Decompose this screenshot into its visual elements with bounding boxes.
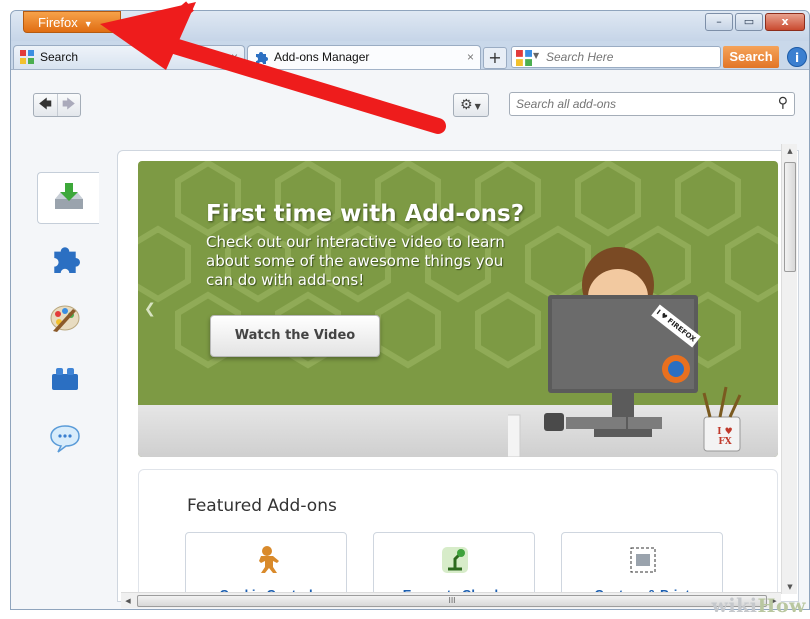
desk-illustration (508, 247, 742, 457)
new-tab-button[interactable]: + (483, 47, 507, 69)
speech-bubble-icon (50, 425, 80, 453)
category-plugins[interactable] (37, 352, 93, 404)
add-ons-manager-page: 🡄 🡆 ⚙▼ ⚲ (11, 69, 809, 609)
watermark-how: How (757, 595, 806, 617)
info-icon[interactable]: i (787, 47, 807, 67)
maximize-button[interactable]: ▭ (735, 13, 763, 31)
addon-search-input[interactable] (516, 95, 766, 113)
puzzle-piece-icon (256, 52, 268, 64)
search-icon[interactable]: ⚲ (778, 95, 788, 111)
category-appearance[interactable] (37, 292, 93, 344)
tab-close-icon[interactable]: × (467, 46, 474, 68)
tab-bar: Search × Add-ons Manager × + ▼ Search He… (11, 41, 809, 69)
palette-icon (50, 305, 80, 332)
wikihow-watermark: wikiHow (712, 595, 806, 617)
puzzle-piece-icon (54, 247, 80, 273)
browser-window: Firefox ▼ – ▭ x Search × Add-ons Manager… (10, 10, 810, 610)
category-list (37, 172, 117, 472)
gingerbread-icon (259, 546, 279, 573)
horizontal-scrollbar[interactable]: ◀ III ▶ (121, 592, 781, 608)
history-navigation: 🡄 🡆 (33, 93, 81, 117)
firefox-menu-label: Firefox (38, 15, 78, 30)
tab-label: Search (40, 50, 79, 64)
lego-brick-icon (52, 368, 78, 390)
mug-label: I ♥ FX (717, 427, 733, 447)
download-tray-icon (54, 183, 83, 209)
scroll-up-icon[interactable]: ▲ (782, 144, 798, 158)
forward-arrow-icon[interactable]: 🡆 (56, 94, 81, 116)
title-bar: Firefox ▼ – ▭ x (11, 11, 809, 41)
scroll-down-icon[interactable]: ▼ (782, 580, 798, 594)
category-services[interactable] (37, 412, 93, 464)
scroll-left-icon[interactable]: ◀ (121, 593, 135, 609)
main-panel: ❮ First time with Add-ons? Check out our… (117, 150, 799, 602)
search-input[interactable] (546, 48, 716, 66)
category-get-add-ons[interactable] (37, 172, 99, 224)
back-arrow-icon[interactable]: 🡄 (34, 94, 57, 116)
banner-title: First time with Add-ons? (206, 201, 525, 227)
featured-heading: Featured Add-ons (187, 496, 337, 516)
scrollbar-thumb[interactable] (784, 162, 796, 272)
minimize-button[interactable]: – (705, 13, 733, 31)
window-controls: – ▭ x (705, 13, 805, 31)
screenshot-frame: Firefox ▼ – ▭ x Search × Add-ons Manager… (0, 0, 810, 619)
caret-down-icon: ▼ (83, 19, 93, 29)
banner-description: Check out our interactive video to learn… (206, 233, 505, 289)
gear-icon: ⚙ (460, 97, 473, 113)
caret-down-icon: ▼ (474, 102, 481, 111)
search-button[interactable]: Search (723, 46, 779, 68)
addon-search-box[interactable]: ⚲ (509, 92, 795, 116)
watermark-wiki: wiki (711, 595, 758, 617)
desk-lamp-icon (442, 547, 468, 573)
firefox-menu-button[interactable]: Firefox ▼ (23, 11, 121, 33)
search-engine-icon (20, 50, 34, 64)
caret-down-icon[interactable]: ▼ (533, 51, 539, 60)
watch-video-button[interactable]: Watch the Video (210, 315, 380, 357)
vertical-scrollbar[interactable]: ▲ ▼ (781, 144, 797, 594)
capture-icon (630, 547, 656, 573)
tab-close-icon[interactable]: × (231, 46, 238, 68)
intro-banner: ❮ First time with Add-ons? Check out our… (138, 161, 778, 457)
category-extensions[interactable] (37, 232, 93, 284)
tab-label: Add-ons Manager (274, 50, 370, 64)
chevron-left-icon[interactable]: ❮ (144, 301, 156, 317)
featured-add-ons-section: Featured Add-ons Cookie Control (138, 469, 778, 601)
close-button[interactable]: x (765, 13, 805, 31)
tab-add-ons-manager[interactable]: Add-ons Manager × (247, 45, 481, 69)
tab-search[interactable]: Search × (13, 45, 245, 69)
search-bar[interactable]: ▼ (511, 46, 721, 68)
scrollbar-thumb[interactable]: III (137, 595, 767, 607)
tools-gear-button[interactable]: ⚙ ▼ (453, 93, 489, 117)
search-engine-icon[interactable] (516, 50, 532, 66)
